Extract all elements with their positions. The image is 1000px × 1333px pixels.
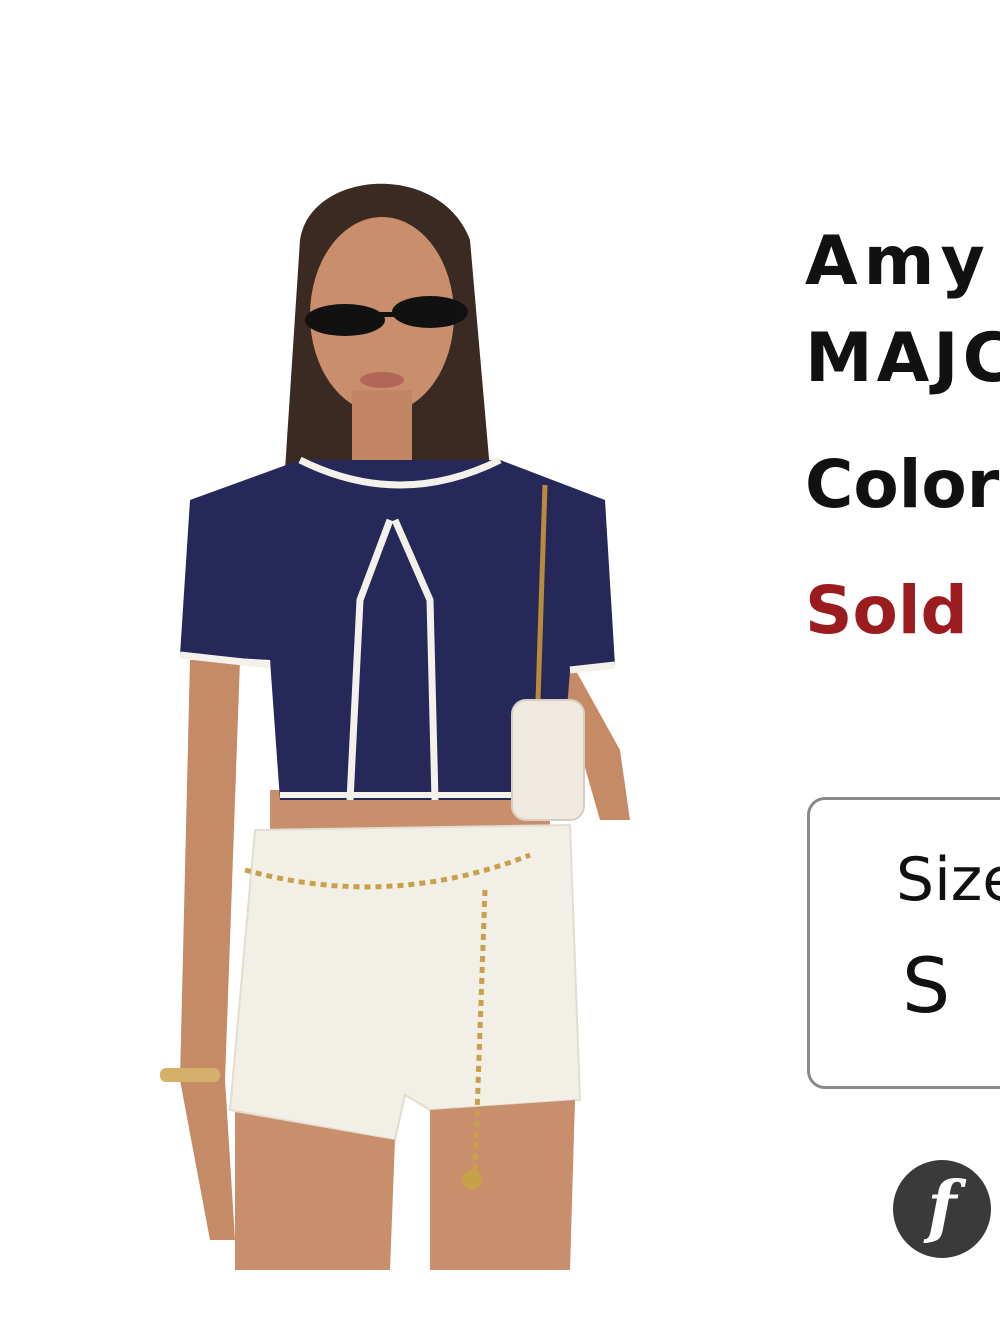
size-label: Size (896, 845, 1000, 915)
bracelet (160, 1068, 220, 1082)
stock-status: Sold (805, 572, 968, 649)
color-label: Color (805, 446, 1000, 523)
product-image[interactable] (60, 100, 760, 1270)
f-icon-button[interactable]: f (893, 1160, 991, 1258)
size-value: S (902, 941, 951, 1030)
right-leg (430, 1100, 575, 1270)
product-title: Amy (805, 222, 991, 301)
product-info-panel: Amy MAJC Color Sold Size S f (805, 0, 1000, 1333)
lips (360, 372, 404, 388)
shorts (228, 823, 582, 1142)
belt-charm (462, 1170, 482, 1190)
sunglasses-left (305, 304, 385, 336)
designer-name[interactable]: MAJC (805, 325, 1000, 393)
size-selector[interactable]: Size S (807, 797, 1000, 1089)
f-icon: f (927, 1167, 957, 1247)
sunglasses-bridge (380, 312, 394, 317)
neck (352, 390, 412, 460)
sleeve-trim-right (569, 661, 616, 674)
left-arm (180, 660, 240, 1240)
sunglasses-right (392, 296, 468, 328)
shoulder-bag (511, 699, 585, 821)
model-photo (160, 183, 630, 1270)
